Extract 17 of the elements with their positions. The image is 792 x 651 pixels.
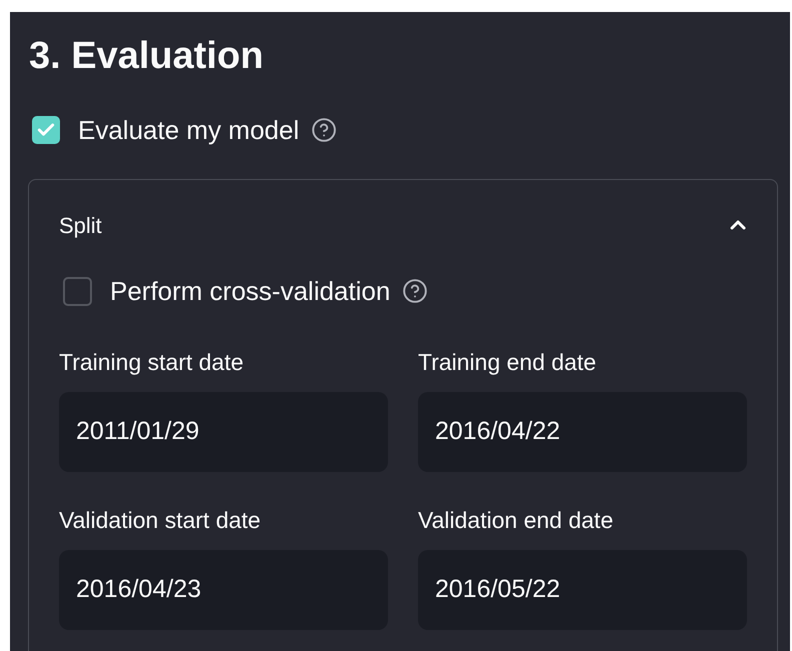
date-input[interactable]: 2016/04/23 bbox=[59, 550, 388, 630]
help-icon[interactable] bbox=[311, 117, 338, 143]
section-title: 3. Evaluation bbox=[29, 34, 264, 78]
field-label: Training start date bbox=[59, 348, 245, 376]
expander-title: Split bbox=[59, 212, 102, 240]
help-icon[interactable] bbox=[402, 278, 428, 304]
field-label: Training end date bbox=[418, 348, 598, 376]
date-input[interactable]: 2011/01/29 bbox=[59, 392, 388, 472]
expander-header[interactable]: Split bbox=[59, 180, 747, 240]
field-label: Validation end date bbox=[418, 506, 614, 534]
checkbox-label: Perform cross-validation bbox=[110, 276, 390, 306]
checkbox-label: Evaluate my model bbox=[78, 115, 300, 145]
field-label: Validation start date bbox=[59, 506, 262, 534]
date-input[interactable]: 2016/05/22 bbox=[418, 550, 747, 630]
date-input[interactable]: 2016/04/22 bbox=[418, 392, 747, 472]
checkbox[interactable] bbox=[32, 116, 60, 144]
checkbox[interactable] bbox=[63, 276, 92, 306]
